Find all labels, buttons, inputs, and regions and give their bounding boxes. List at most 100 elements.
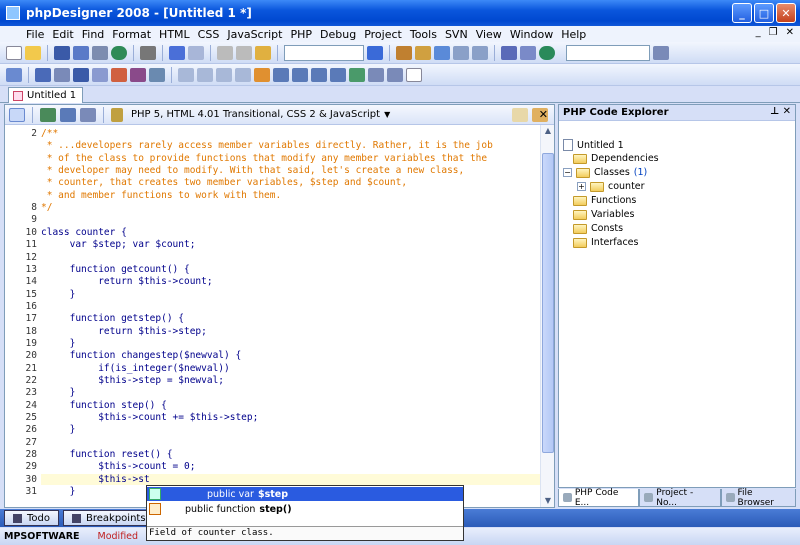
tree-root[interactable]: Untitled 1 <box>563 139 624 151</box>
tree-dependencies[interactable]: Dependencies <box>573 153 659 164</box>
browser-preview-icon[interactable] <box>539 45 555 60</box>
close-editor-icon[interactable]: ✕ <box>539 108 548 121</box>
code-line[interactable]: } <box>41 289 76 300</box>
close-button[interactable]: ✕ <box>776 3 796 23</box>
copy-doc-icon[interactable] <box>512 107 529 122</box>
code-line[interactable]: } <box>41 387 76 398</box>
check-icon[interactable] <box>311 67 327 82</box>
code-line[interactable]: function getcount() { <box>41 264 190 275</box>
uncomment-icon[interactable] <box>235 67 251 82</box>
close-file-icon[interactable] <box>92 45 108 60</box>
code-nav-icon[interactable] <box>60 107 76 122</box>
link-icon[interactable] <box>330 67 346 82</box>
code-line[interactable]: /** <box>41 128 58 139</box>
menu-find[interactable]: Find <box>78 28 109 41</box>
menu-css[interactable]: CSS <box>194 28 224 41</box>
undo-icon[interactable] <box>169 45 185 60</box>
clip-icon[interactable] <box>92 67 108 82</box>
tree-class-counter[interactable]: + counter <box>577 181 645 192</box>
expand-icon[interactable]: + <box>577 182 586 191</box>
tree-functions[interactable]: Functions <box>573 195 636 206</box>
highlight-icon[interactable] <box>111 67 127 82</box>
code-line[interactable]: $this->count = 0; <box>41 461 195 472</box>
menu-svn[interactable]: SVN <box>441 28 472 41</box>
menu-html[interactable]: HTML <box>155 28 194 41</box>
tag-icon[interactable] <box>6 67 22 82</box>
paste-icon[interactable] <box>255 45 271 60</box>
code-line[interactable]: } <box>41 338 76 349</box>
doc-minimize-icon[interactable]: _ <box>756 27 761 38</box>
tree-interfaces[interactable]: Interfaces <box>573 237 638 248</box>
tree-variables[interactable]: Variables <box>573 209 634 220</box>
autocomplete-item[interactable]: public function step() <box>147 502 463 516</box>
code-line[interactable]: function reset() { <box>41 449 173 460</box>
arrow-right-icon[interactable] <box>367 45 383 60</box>
image-icon[interactable] <box>349 67 365 82</box>
scroll-down-icon[interactable]: ▼ <box>542 495 554 507</box>
split-icon[interactable] <box>387 67 403 82</box>
code-line[interactable]: } <box>41 424 76 435</box>
tab-file-browser[interactable]: File Browser <box>720 488 796 508</box>
code-line[interactable]: if(is_integer($newval)) <box>41 363 230 374</box>
debug-icon[interactable] <box>501 45 517 60</box>
new-file-icon[interactable] <box>6 45 22 60</box>
search-combo[interactable] <box>284 44 364 61</box>
browser-combo[interactable] <box>566 44 650 61</box>
chevron-down-icon[interactable]: ▼ <box>384 110 390 119</box>
scroll-up-icon[interactable]: ▲ <box>542 125 554 137</box>
window-icon[interactable] <box>35 67 51 82</box>
menu-javascript[interactable]: JavaScript <box>223 28 286 41</box>
code-line[interactable]: * and member functions to work with them… <box>41 190 282 201</box>
tab-breakpoints[interactable]: Breakpoints <box>63 510 155 526</box>
doctype-selector[interactable]: PHP 5, HTML 4.01 Transitional, CSS 2 & J… <box>131 109 380 120</box>
code-line[interactable]: } <box>41 486 76 497</box>
open-folder-icon[interactable] <box>25 45 41 60</box>
tree-consts[interactable]: Consts <box>573 223 623 234</box>
code-area[interactable]: /** * ...developers rarely access member… <box>41 125 541 507</box>
doc-close-icon[interactable]: ✕ <box>786 27 794 38</box>
code-line[interactable]: function getstep() { <box>41 313 184 324</box>
template-icon[interactable] <box>54 67 70 82</box>
menu-edit[interactable]: Edit <box>48 28 77 41</box>
print-icon[interactable] <box>140 45 156 60</box>
select-icon[interactable] <box>9 107 25 122</box>
collapse-icon[interactable]: − <box>563 168 572 177</box>
vertical-scrollbar[interactable]: ▲ ▼ <box>540 125 554 507</box>
color-icon[interactable] <box>130 67 146 82</box>
menu-format[interactable]: Format <box>108 28 155 41</box>
menu-debug[interactable]: Debug <box>316 28 360 41</box>
autocomplete-item[interactable]: public var $step <box>147 487 463 501</box>
menu-tools[interactable]: Tools <box>406 28 441 41</box>
maximize-button[interactable]: □ <box>754 3 774 23</box>
indent-icon[interactable] <box>178 67 194 82</box>
back-icon[interactable] <box>453 45 469 60</box>
tab-todo[interactable]: Todo <box>4 510 59 526</box>
code-line[interactable]: return $this->step; <box>41 326 207 337</box>
menu-file[interactable]: File <box>22 28 48 41</box>
scroll-thumb[interactable] <box>542 153 554 453</box>
tab-php-code-explorer[interactable]: PHP Code E... <box>558 488 640 508</box>
outdent-icon[interactable] <box>197 67 213 82</box>
tab-untitled-1[interactable]: Untitled 1 <box>8 87 84 103</box>
bookmark-next-icon[interactable] <box>415 45 431 60</box>
globe-icon[interactable] <box>111 45 127 60</box>
comment-icon[interactable] <box>216 67 232 82</box>
code-line[interactable]: $this->step = $newval; <box>41 375 224 386</box>
code-line[interactable]: $this->st <box>41 473 541 485</box>
menu-help[interactable]: Help <box>557 28 590 41</box>
code-line[interactable]: var $step; var $count; <box>41 239 196 250</box>
forward-icon[interactable] <box>472 45 488 60</box>
tree-classes[interactable]: − Classes (1) <box>563 167 647 178</box>
table-icon[interactable] <box>292 67 308 82</box>
code-line[interactable]: return $this->count; <box>41 276 212 287</box>
page-icon[interactable] <box>406 67 422 82</box>
doc-restore-icon[interactable]: ❐ <box>769 27 778 38</box>
refresh-icon[interactable] <box>40 107 56 122</box>
run-icon[interactable] <box>520 45 536 60</box>
menu-project[interactable]: Project <box>360 28 406 41</box>
replace-icon[interactable] <box>434 45 450 60</box>
save-all-icon[interactable] <box>73 45 89 60</box>
hand-icon[interactable] <box>254 67 270 82</box>
code-line[interactable]: function changestep($newval) { <box>41 350 242 361</box>
code-line[interactable]: $this->count += $this->step; <box>41 412 258 423</box>
